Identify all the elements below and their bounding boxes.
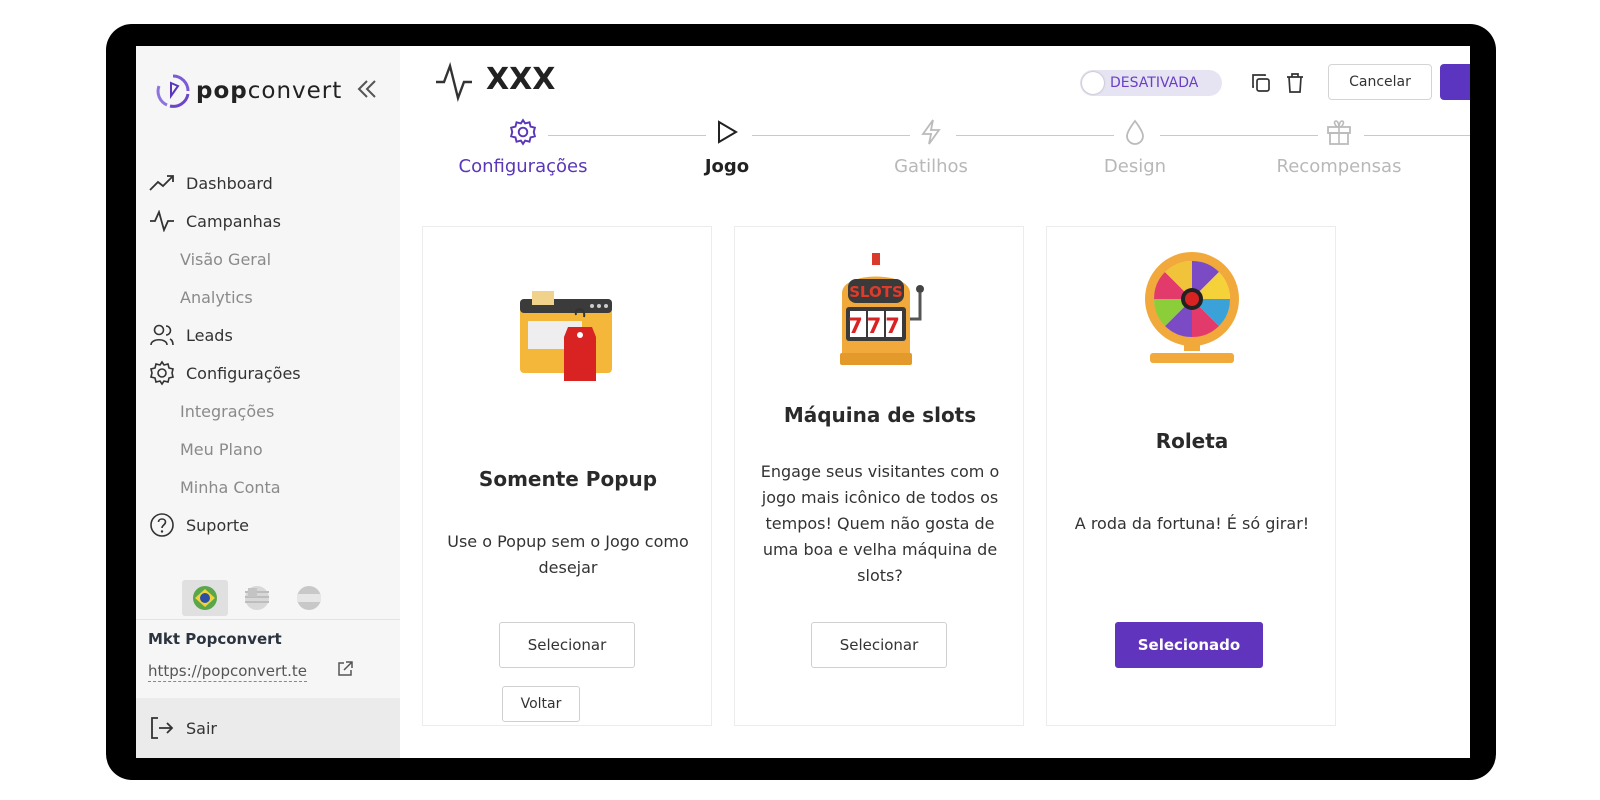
toggle-knob xyxy=(1082,72,1104,94)
lang-option-brazil[interactable] xyxy=(182,580,228,616)
activity-icon xyxy=(150,210,174,232)
logout-button[interactable]: Sair xyxy=(136,698,400,758)
logout-icon xyxy=(151,717,174,739)
sidebar-item-configuracoes[interactable]: Configurações xyxy=(148,354,388,392)
sidebar-nav: Dashboard Campanhas Visão Geral Analytic… xyxy=(148,164,388,544)
step-label: Gatilhos xyxy=(894,156,968,177)
app-screen: popconvert Dashboard Campanhas Visão Ger… xyxy=(136,46,1470,758)
card-title: Somente Popup xyxy=(478,467,658,491)
lang-option-spain[interactable] xyxy=(286,580,332,616)
step-label: Design xyxy=(1103,156,1167,177)
brazil-flag-icon xyxy=(193,586,217,610)
sidebar-item-label: Suporte xyxy=(186,515,249,535)
slots-reels-text: 777 xyxy=(848,314,904,338)
sidebar: popconvert Dashboard Campanhas Visão Ger… xyxy=(136,46,400,758)
sidebar-item-label: Leads xyxy=(186,325,233,345)
game-card-popup: Somente Popup Use o Popup sem o Jogo com… xyxy=(422,226,712,726)
game-card-slots: SLOTS 777 Máquina de slots Engage seus v… xyxy=(734,226,1024,726)
step-label: Recompensas xyxy=(1276,156,1402,177)
lightning-icon xyxy=(921,119,941,145)
sidebar-item-label: Campanhas xyxy=(186,211,281,231)
sidebar-item-visao-geral[interactable]: Visão Geral xyxy=(148,240,388,278)
spain-flag-icon xyxy=(297,586,321,610)
step-gatilhos[interactable]: Gatilhos xyxy=(831,118,1031,177)
help-circle-icon xyxy=(150,513,174,537)
usa-flag-icon xyxy=(245,586,269,610)
sidebar-item-label: Configurações xyxy=(186,363,301,383)
gear-icon xyxy=(150,360,174,386)
sidebar-item-minha-conta[interactable]: Minha Conta xyxy=(148,468,388,506)
wheel-of-fortune-icon xyxy=(1145,252,1239,363)
droplet-icon xyxy=(1126,119,1144,145)
page-title: XXX xyxy=(486,62,556,97)
duplicate-button[interactable] xyxy=(1248,70,1274,96)
sidebar-item-suporte[interactable]: Suporte xyxy=(148,506,388,544)
sidebar-item-meu-plano[interactable]: Meu Plano xyxy=(148,430,388,468)
sidebar-item-analytics[interactable]: Analytics xyxy=(148,278,388,316)
card-description: A roda da fortuna! É só girar! xyxy=(1074,514,1310,533)
users-icon xyxy=(150,324,174,346)
step-design[interactable]: Design xyxy=(1035,118,1235,177)
external-link-icon[interactable] xyxy=(336,660,354,678)
select-roleta-button[interactable]: Selecionado xyxy=(1115,622,1263,668)
gear-icon xyxy=(509,118,537,146)
card-description: Use o Popup sem o Jogo como desejar xyxy=(447,532,689,577)
trash-icon xyxy=(1287,73,1303,93)
sidebar-item-label: Dashboard xyxy=(186,173,273,193)
copy-icon xyxy=(1252,74,1270,92)
account-url-link[interactable]: https://popconvert.te xyxy=(148,662,307,682)
lang-option-usa[interactable] xyxy=(234,580,280,616)
logo-mark-icon xyxy=(156,74,190,108)
card-title: Máquina de slots xyxy=(783,403,977,427)
game-card-roleta: Roleta A roda da fortuna! É só girar! Se… xyxy=(1046,226,1336,726)
step-label: Jogo xyxy=(704,156,750,177)
step-label: Configurações xyxy=(458,156,588,177)
roleta-illustration xyxy=(1047,249,1337,369)
stepper: Configurações Jogo Gatilhos Design Recom… xyxy=(400,118,1470,188)
status-toggle[interactable]: DESATIVADA xyxy=(1080,70,1222,96)
slot-machine-icon: SLOTS 777 xyxy=(840,253,924,365)
activity-icon xyxy=(436,62,472,102)
step-configuracoes[interactable]: Configurações xyxy=(423,118,623,177)
step-jogo[interactable]: Jogo xyxy=(627,118,827,177)
sidebar-item-dashboard[interactable]: Dashboard xyxy=(148,164,388,202)
sidebar-divider xyxy=(136,619,400,620)
trending-up-icon xyxy=(149,175,174,191)
card-title: Roleta xyxy=(1155,429,1229,453)
slots-illustration: SLOTS 777 xyxy=(735,249,1025,369)
collapse-sidebar-icon[interactable] xyxy=(354,76,380,102)
select-slots-button[interactable]: Selecionar xyxy=(811,622,947,668)
logo[interactable]: popconvert xyxy=(154,72,342,110)
back-button[interactable]: Voltar xyxy=(502,686,580,722)
next-button[interactable] xyxy=(1440,64,1470,100)
popup-illustration xyxy=(423,289,713,385)
language-switcher xyxy=(182,580,338,616)
account-name: Mkt Popconvert xyxy=(148,630,282,648)
sidebar-item-leads[interactable]: Leads xyxy=(148,316,388,354)
play-icon xyxy=(718,120,738,144)
step-recompensas[interactable]: Recompensas xyxy=(1239,118,1439,177)
sidebar-item-campanhas[interactable]: Campanhas xyxy=(148,202,388,240)
logout-label: Sair xyxy=(186,718,217,738)
delete-button[interactable] xyxy=(1282,70,1308,96)
gift-icon xyxy=(1327,120,1351,145)
slots-sign-text: SLOTS xyxy=(849,283,903,301)
sidebar-item-integracoes[interactable]: Integrações xyxy=(148,392,388,430)
browser-tag-icon xyxy=(520,291,612,381)
logo-text: popconvert xyxy=(196,78,343,104)
status-label: DESATIVADA xyxy=(1110,75,1199,91)
cancel-button[interactable]: Cancelar xyxy=(1328,64,1432,100)
card-description: Engage seus visitantes com o jogo mais i… xyxy=(760,462,1000,585)
select-popup-button[interactable]: Selecionar xyxy=(499,622,635,668)
